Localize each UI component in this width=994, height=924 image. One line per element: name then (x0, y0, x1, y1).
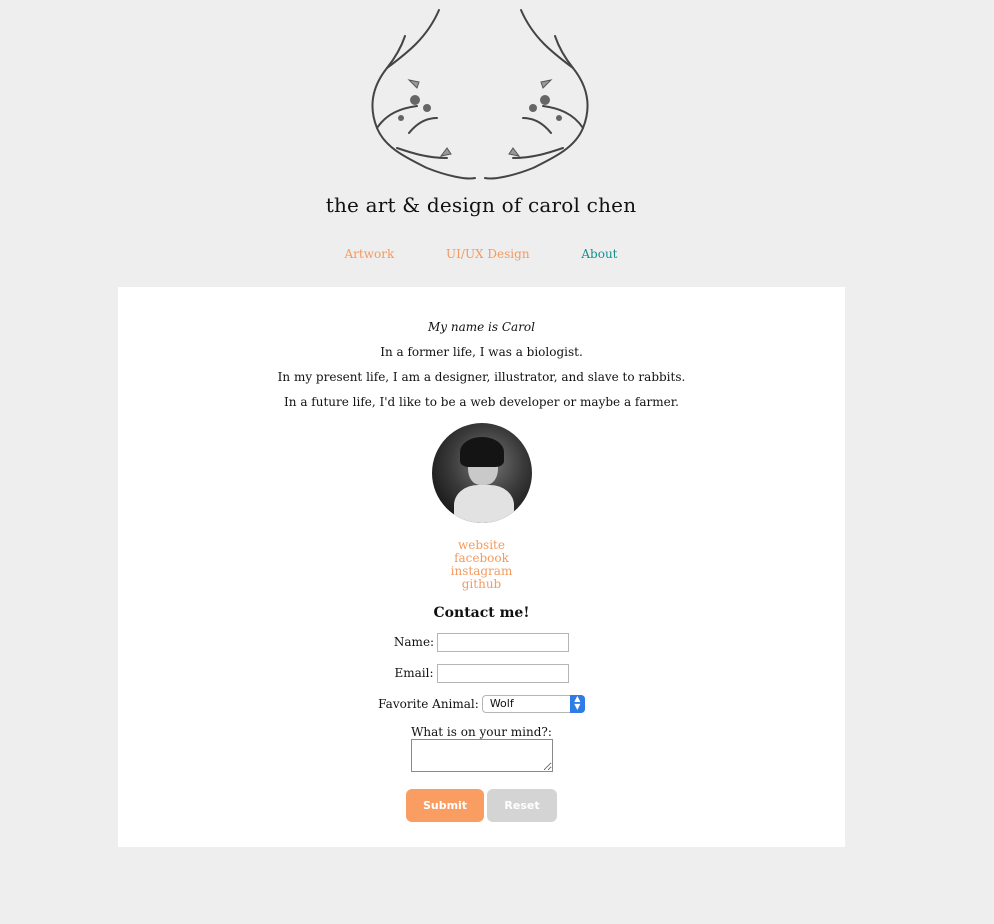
contact-heading: Contact me! (433, 605, 530, 621)
contact-form: Name: Email: Favorite Animal: Wolf ▲ ▼ Wh… (118, 633, 845, 822)
mind-textarea[interactable] (410, 739, 553, 772)
main-nav: Artwork UI/UX Design About (0, 247, 962, 261)
name-label: Name: (393, 635, 435, 649)
intro-text: My name is Carol In a former life, I was… (118, 315, 845, 415)
intro-line-present: In my present life, I am a designer, ill… (277, 370, 686, 384)
favorite-animal-value: Wolf (489, 697, 514, 710)
submit-button[interactable]: Submit (406, 789, 484, 822)
email-row: Email: (118, 664, 845, 683)
reset-button[interactable]: Reset (487, 789, 557, 822)
intro-line-former: In a former life, I was a biologist. (380, 345, 583, 359)
nav-about[interactable]: About (581, 247, 617, 261)
link-github[interactable]: github (118, 578, 845, 591)
intro-line-future: In a future life, I'd like to be a web d… (284, 395, 679, 409)
site-title: the art & design of carol chen (325, 193, 637, 217)
email-label: Email: (394, 666, 434, 680)
chevron-updown-icon: ▲ ▼ (569, 695, 585, 713)
mind-textarea-wrap (118, 739, 845, 776)
mind-label: What is on your mind?: (411, 725, 552, 739)
animal-label: Favorite Animal: (378, 696, 479, 711)
social-links: website facebook instagram github (118, 539, 845, 591)
nav-uiux-design[interactable]: UI/UX Design (446, 247, 530, 261)
email-field[interactable] (436, 664, 569, 683)
intro-name-line: My name is Carol (427, 320, 535, 334)
form-buttons: Submit Reset (118, 789, 845, 822)
name-row: Name: (118, 633, 845, 652)
favorite-animal-select[interactable]: Wolf ▲ ▼ (481, 695, 585, 713)
avatar-body-shape (453, 485, 514, 523)
name-field[interactable] (437, 633, 570, 652)
animal-row: Favorite Animal: Wolf ▲ ▼ (118, 695, 845, 713)
antlers-logo (371, 9, 589, 180)
nav-artwork[interactable]: Artwork (344, 247, 394, 261)
profile-avatar (431, 423, 532, 523)
avatar-hair-shape (459, 437, 504, 467)
about-card: My name is Carol In a former life, I was… (118, 287, 845, 847)
